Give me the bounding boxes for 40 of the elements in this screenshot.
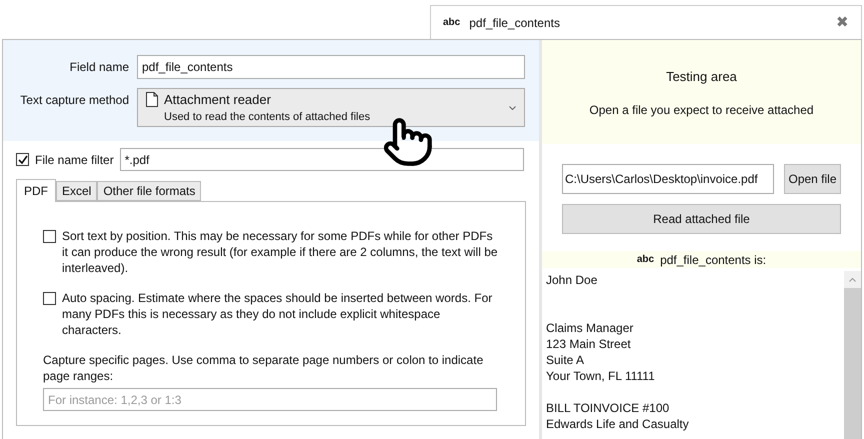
read-file-button[interactable]: Read attached file [562,204,841,234]
text-field-icon: abc [636,252,654,267]
result-line: BILL TOINVOICE #100 [546,400,670,416]
field-name-input[interactable]: pdf_file_contents [137,55,525,79]
option-text: Sort text by position. This may be necessary for some PDFs while for other PDFs it can produce the wrong result (for example if there are 2 columns, the text will be interleaved). [62,228,499,276]
text-field-icon: abc [443,15,460,30]
format-tab[interactable]: PDF [16,179,56,202]
pages-input[interactable]: For instance: 1,2,3 or 1:3 [43,388,497,411]
testing-subtitle: Open a file you expect to receive attached [589,102,814,119]
open-file-button[interactable]: Open file [784,164,841,194]
document-icon [146,92,158,107]
field-label: Field name [68,59,129,76]
result-line: Claims Manager [546,320,634,336]
document-tab[interactable]: abc pdf_file_contents ✖ [430,5,862,39]
file-path-input[interactable]: C:\Users\Carlos\Desktop\invoice.pdf [562,164,774,194]
result-label: pdf_file_contents is: [660,252,766,268]
format-tab[interactable]: Excel [56,181,98,201]
tab-title: pdf_file_contents [469,14,560,32]
scroll-up-icon [849,278,856,282]
filter-label: File name filter [35,152,114,168]
testing-title: Testing area [666,68,737,86]
dropdown-title: Attachment reader [164,90,271,108]
format-tab[interactable]: Other file formats [97,181,202,201]
dropdown-description: Used to read the contents of attached files [163,110,372,125]
checkbox[interactable] [43,292,56,305]
checkbox[interactable] [43,230,56,243]
pages-label: Capture specific pages. Use comma to separate page numbers or colon to indicate page ranges: [43,352,484,384]
result-line: Suite A [546,352,586,368]
result-line: 123 Main Street [546,336,632,352]
result-line: Your Town, FL 11111 [546,368,656,384]
checkbox[interactable] [16,153,29,166]
capture-method-dropdown[interactable]: Attachment reader Used to read the contents of attached files [137,88,525,127]
result-line: Edwards Life and Casualty [546,416,690,432]
field-label: Text capture method [19,92,129,109]
hand-cursor-icon [382,116,434,168]
result-line: John Doe [546,272,598,288]
option-text: Auto spacing. Estimate where the spaces should be inserted between words. For many PDFs this is necessary as they do not include explicit whitespace characters. [62,290,494,338]
close-button[interactable]: ✖ [836,15,849,30]
chevron-down-icon [509,106,516,110]
scrollbar[interactable] [844,271,861,439]
